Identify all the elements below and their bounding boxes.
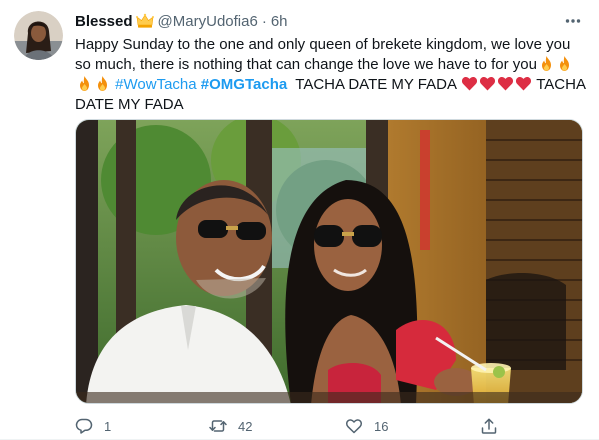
author-name[interactable]: Blessed (75, 13, 133, 30)
retweet-button[interactable]: 42 (209, 414, 252, 438)
author-avatar[interactable] (14, 11, 63, 60)
like-count: 16 (374, 418, 389, 434)
red-heart-emoji-icon (461, 75, 478, 92)
red-heart-emoji-icon (479, 75, 496, 92)
tweet-actions: 1 42 16 (75, 414, 505, 438)
tweet-text-segment: so much, there is nothing that can chang… (75, 56, 537, 73)
more-options-button[interactable] (562, 10, 584, 32)
fire-emoji-icon (538, 55, 555, 72)
author-handle[interactable]: @MaryUdofia6 (158, 13, 258, 30)
fire-emoji-icon (94, 75, 111, 92)
tweet-text-segment: TACHA DATE MY FADA (295, 76, 457, 93)
heart-outline-icon (345, 419, 363, 434)
reply-icon (75, 418, 93, 434)
tweet-text: Happy Sunday to the one and only queen o… (75, 35, 586, 115)
crown-emoji-icon (135, 12, 154, 30)
more-horizontal-icon (565, 19, 581, 23)
share-icon (481, 418, 497, 434)
red-heart-emoji-icon (515, 75, 532, 92)
share-button[interactable] (480, 414, 498, 438)
tweet-text-line-2: so much, there is nothing that can chang… (75, 55, 585, 75)
header-separator: · (261, 12, 267, 30)
retweet-icon (209, 420, 227, 432)
hashtag-omgtacha-link[interactable]: #OMGTacha (201, 76, 287, 93)
reply-count: 1 (104, 418, 112, 434)
tweet-text-line-1: Happy Sunday to the one and only queen o… (75, 36, 571, 53)
reply-button[interactable]: 1 (75, 414, 111, 438)
tweet-header: Blessed @MaryUdofia6 · 6h (75, 11, 288, 31)
red-heart-emoji-icon (497, 75, 514, 92)
tweet-text-segment: TACHA (536, 76, 586, 93)
hashtag-wowtacha-link[interactable]: #WowTacha (115, 76, 196, 93)
like-button[interactable]: 16 (345, 414, 388, 438)
tweet-photo[interactable] (75, 119, 583, 404)
tweet-card[interactable]: Blessed @MaryUdofia6 · 6h Happy Sunday t… (0, 0, 599, 440)
tweet-text-line-4: DATE MY FADA (75, 96, 184, 113)
tweet-text-line-3: #WowTacha #OMGTacha TACHA DATE MY FADA T… (75, 75, 586, 95)
retweet-count: 42 (238, 418, 253, 434)
fire-emoji-icon (76, 75, 93, 92)
tweet-timestamp[interactable]: 6h (271, 13, 288, 30)
fire-emoji-icon (556, 55, 573, 72)
